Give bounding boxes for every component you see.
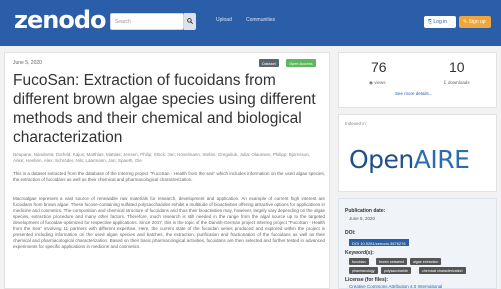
download-icon: ↧ [443, 80, 447, 85]
login-button[interactable]: ⎘ Log in [424, 16, 456, 28]
signup-label: Sign up [468, 19, 486, 25]
publication-date: June 5, 2020 [13, 60, 42, 66]
keywords-label: Keyword(s): [345, 250, 374, 256]
login-icon: ⎘ [428, 19, 433, 25]
search-icon [187, 18, 193, 24]
nav-upload[interactable]: Upload [216, 17, 232, 23]
keyword-tag[interactable]: fucoidan [349, 258, 369, 265]
downloads-label: ↧ downloads [443, 80, 470, 85]
keyword-tag[interactable]: brown seaweed [376, 258, 408, 265]
license-label: License (for files): [345, 277, 389, 283]
community-label: Indexed in [345, 121, 366, 126]
doi-label: DOI: [345, 230, 356, 236]
openaire-logo[interactable]: OpenAIRE [349, 145, 470, 174]
pub-date-label: Publication date: [345, 208, 386, 214]
zenodo-logo[interactable]: zenodo [14, 6, 106, 34]
authors-list[interactable]: Neupane, Nandeeta; Dorfeld, Kajus; Matth… [13, 152, 313, 164]
search-button[interactable] [184, 13, 196, 30]
description-intro: This is a dataset extracted from the dat… [13, 171, 325, 182]
views-label: ◉ views [369, 80, 386, 85]
keyword-tag[interactable]: algae extraction [410, 258, 442, 265]
signup-button[interactable]: ✎ Sign up [459, 16, 491, 28]
views-count: 76 [371, 59, 387, 75]
community-panel: Indexed in OpenAIRE [338, 114, 497, 192]
login-label: Log in [433, 19, 448, 25]
description-body: Macroalgae represent a vast source of re… [13, 196, 326, 249]
record-main-panel: June 5, 2020 Dataset Open Access FucoSan… [4, 52, 330, 289]
keyword-tag[interactable]: polysaccharide [381, 267, 411, 274]
keyword-tag[interactable]: chemical characterization [419, 267, 466, 274]
downloads-count: 10 [449, 59, 465, 75]
pub-date-value: June 5, 2020 [349, 216, 376, 221]
metadata-panel: Publication date: June 5, 2020 DOI: DOI … [338, 198, 497, 289]
see-more-details-link[interactable]: See more details... [395, 91, 433, 96]
top-navbar: zenodo Search Upload Communities ⎘ Log i… [0, 0, 501, 46]
open-access-badge: Open Access [286, 59, 316, 67]
eye-icon: ◉ [369, 80, 373, 85]
license-link[interactable]: Creative Commons Attribution 4.0 Interna… [349, 284, 442, 289]
signup-icon: ✎ [463, 19, 468, 25]
record-title: FucoSan: Extraction of fucoidans from di… [13, 72, 316, 146]
search-input[interactable]: Search [110, 13, 184, 30]
doi-badge[interactable]: DOI 10.5281/zenodo.3876276 [349, 239, 409, 246]
nav-communities[interactable]: Communities [246, 17, 275, 23]
stats-panel: 76 10 ◉ views ↧ downloads See more detai… [338, 52, 497, 108]
dataset-badge: Dataset [259, 59, 279, 67]
keyword-tag[interactable]: pharmacology [349, 267, 378, 274]
